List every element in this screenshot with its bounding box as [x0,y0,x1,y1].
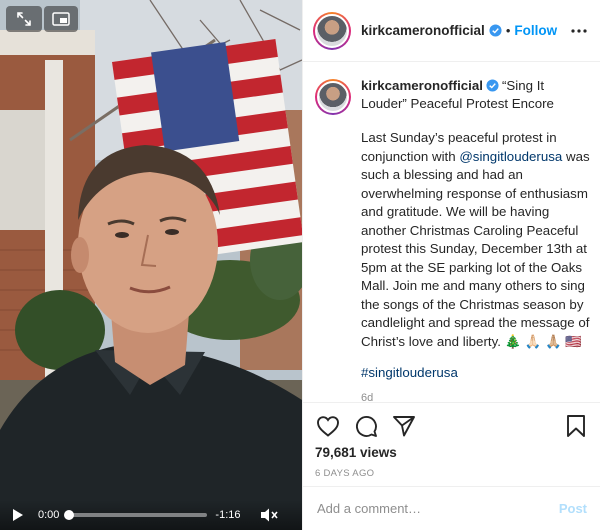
like-button[interactable] [315,413,341,439]
fullscreen-button[interactable] [6,6,42,32]
follow-button[interactable]: Follow [514,23,557,38]
video-controls: 0:00 -1:16 [0,500,302,530]
share-button[interactable] [391,413,417,439]
play-icon [13,509,23,521]
mention-link[interactable]: @singitlouderusa [459,149,562,164]
comment-button[interactable] [353,413,379,439]
post-date[interactable]: 6 DAYS AGO [315,468,589,479]
post-header: kirkcameronofficial • Follow [303,0,600,62]
separator-dot: • [505,23,511,38]
current-time: 0:00 [38,509,60,521]
video-player[interactable]: 0:00 -1:16 [0,0,302,530]
speaker-muted-icon [260,508,278,522]
progress-bar[interactable] [64,510,208,520]
action-icons [315,411,589,441]
more-options-button[interactable] [570,24,588,38]
comment-input[interactable] [317,501,559,516]
caption-body: Last Sunday’s peaceful protest in conjun… [361,129,591,351]
remaining-time: -1:16 [215,509,241,521]
post-comment-button[interactable]: Post [559,501,587,516]
caption-username[interactable]: kirkcameronofficial [361,78,483,93]
caption-header: kirkcameronofficial “Sing It Louder” Peac… [315,77,589,115]
picture-in-picture-icon [52,12,70,26]
more-options-icon [571,28,587,33]
action-bar: 79,681 views 6 DAYS AGO [303,402,600,479]
caption-avatar[interactable] [315,79,351,115]
hashtag-link[interactable]: #singitlouderusa [361,365,589,380]
picture-in-picture-button[interactable] [44,6,78,32]
comment-bar: Post [303,486,600,530]
post-panel: kirkcameronofficial • Follow kirkcameron… [302,0,600,530]
bookmark-icon [567,415,585,437]
heart-icon [317,416,339,437]
video-frame [0,0,302,530]
username-link[interactable]: kirkcameronofficial [361,23,485,38]
progress-knob[interactable] [64,510,75,520]
caption-title: kirkcameronofficial “Sing It Louder” Peac… [361,77,589,113]
save-button[interactable] [563,413,589,439]
avatar[interactable] [313,11,351,50]
mute-button[interactable] [259,507,279,523]
verified-badge-icon [486,79,499,92]
fullscreen-icon [17,12,31,26]
play-button[interactable] [10,507,26,523]
paper-plane-icon [393,416,415,437]
caption-text-2: was such a blessing and had an overwhelm… [361,148,590,349]
comment-bubble-icon [356,416,377,437]
caption-area: kirkcameronofficial “Sing It Louder” Peac… [303,63,600,404]
verified-badge-icon [489,24,502,37]
view-count[interactable]: 79,681 views [315,445,589,460]
